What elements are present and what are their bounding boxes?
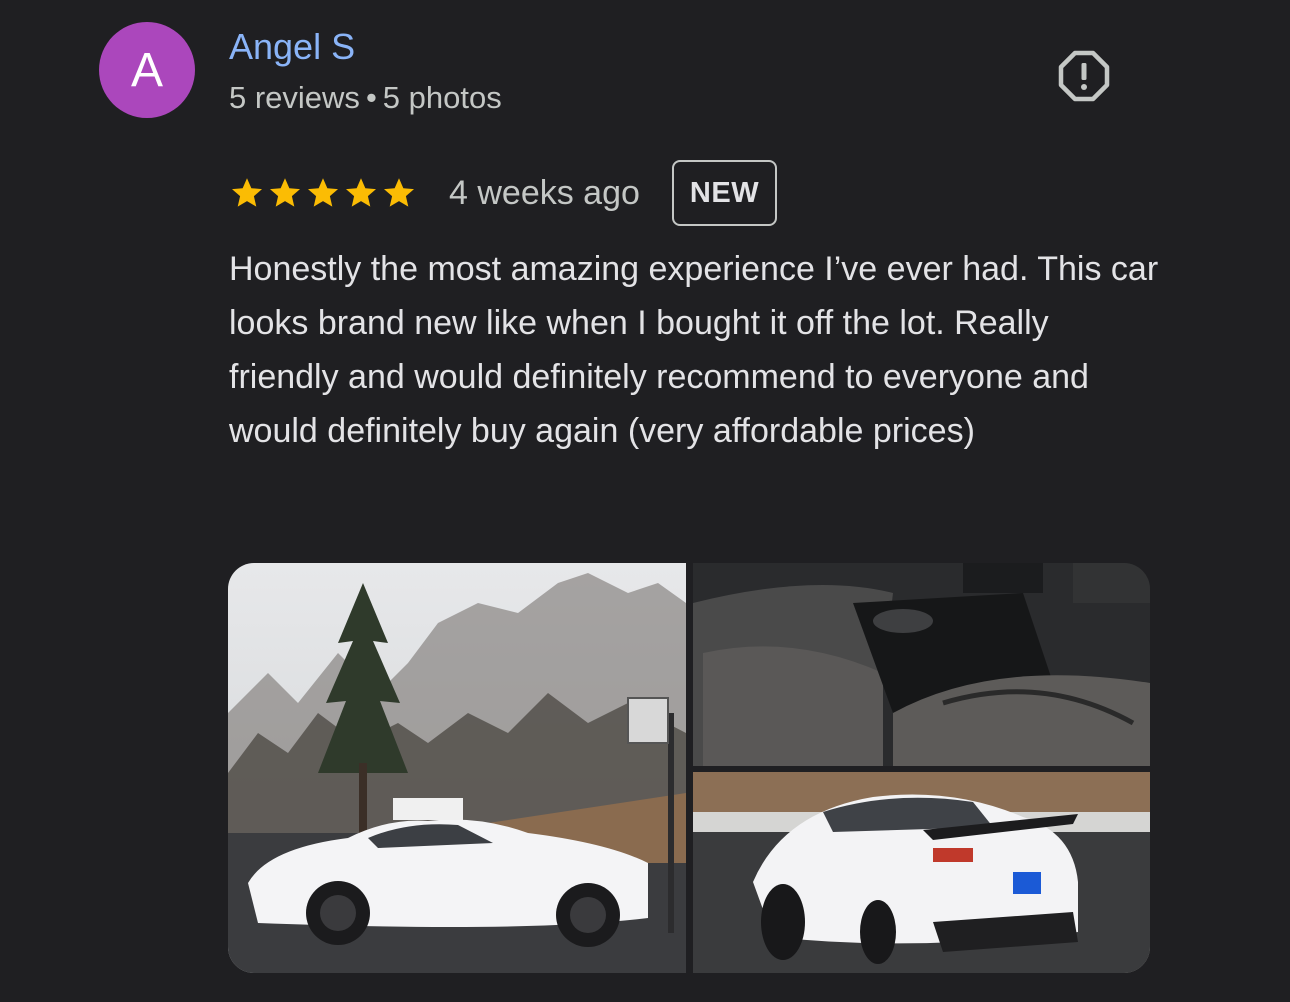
new-badge: NEW xyxy=(671,160,778,226)
review-time: 4 weeks ago xyxy=(449,173,640,212)
star-icon xyxy=(384,178,414,207)
star-icon xyxy=(270,178,300,207)
star-icon xyxy=(232,178,262,207)
photo-car-rear[interactable] xyxy=(693,772,1150,973)
reviews-count: 5 reviews xyxy=(229,80,360,115)
rating-row: 4 weeks ago NEW xyxy=(229,160,778,226)
avatar-letter: A xyxy=(130,43,163,97)
review-text: Honestly the most amazing experience I’v… xyxy=(229,250,1168,450)
meta-separator: • xyxy=(365,80,377,115)
author-name[interactable]: Angel S xyxy=(229,26,355,67)
avatar[interactable]: A xyxy=(99,22,195,118)
star-icon xyxy=(308,178,338,207)
photo-gallery xyxy=(228,563,1150,973)
report-octagon-icon xyxy=(1058,50,1110,102)
star-icon xyxy=(346,178,376,207)
photo-car-side[interactable] xyxy=(228,563,686,973)
report-button[interactable] xyxy=(1058,50,1110,102)
photo-car-interior[interactable] xyxy=(693,563,1150,766)
review-card: A Angel S 5 reviews • 5 photos 4 weeks ago… xyxy=(0,0,1290,1002)
photos-count: 5 photos xyxy=(382,80,502,115)
star-rating xyxy=(229,175,417,211)
author-meta: 5 reviews • 5 photos xyxy=(229,80,502,116)
